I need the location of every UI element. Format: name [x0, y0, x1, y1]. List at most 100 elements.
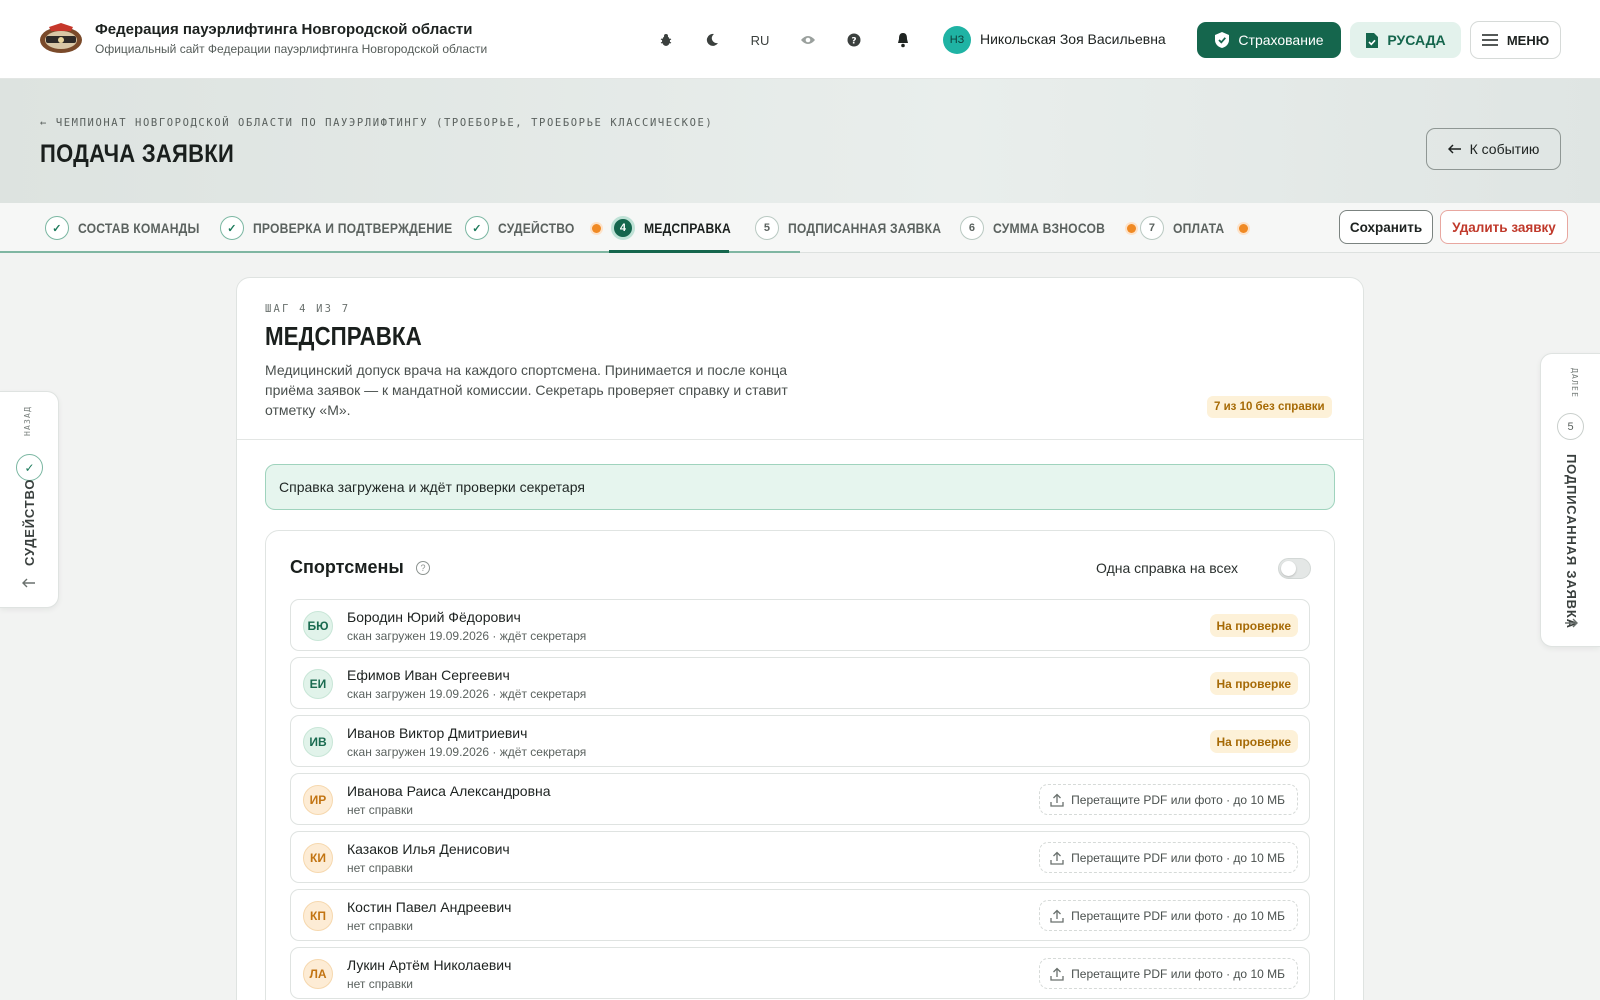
step-label: СУДЕЙСТВО [498, 220, 575, 236]
arrow-right-icon [1565, 618, 1578, 628]
next-step-label: ПОДПИСАННАЯ ЗАЯВКА [1564, 454, 1579, 629]
eye-icon[interactable] [796, 28, 820, 52]
top-bar: Федерация пауэрлифтинга Новгородской обл… [0, 0, 1600, 79]
upload-icon [1050, 909, 1064, 923]
menu-button[interactable]: МЕНЮ [1470, 21, 1561, 59]
athlete-name: Иванов Виктор Дмитриевич [347, 725, 528, 741]
insurance-label: Страхование [1238, 32, 1324, 48]
upload-dropzone[interactable]: Перетащите PDF или фото · до 10 МБ [1039, 958, 1298, 989]
prev-step-nav[interactable]: НАЗАД ✓ СУДЕЙСТВО [0, 391, 59, 608]
athlete-name: Бородин Юрий Фёдорович [347, 609, 521, 625]
step-number: 5 [755, 216, 779, 240]
warning-dot [1239, 223, 1249, 233]
upload-hint: Перетащите PDF или фото · до 10 МБ [1071, 966, 1285, 981]
athlete-name: Иванова Раиса Александровна [347, 783, 551, 799]
athlete-status: нет справки [347, 803, 413, 817]
active-step-underline [609, 250, 729, 253]
one-for-all-toggle[interactable] [1278, 558, 1311, 579]
athlete-avatar: ЕИ [303, 669, 333, 699]
site-subtitle: Официальный сайт Федерации пауэрлифтинга… [95, 42, 488, 56]
step-label: ПРОВЕРКА И ПОДТВЕРЖДЕНИЕ [253, 220, 453, 236]
step-team[interactable]: ✓ СОСТАВ КОМАНДЫ [45, 203, 213, 253]
step-medical[interactable]: 4 МЕДСПРАВКА [611, 203, 741, 253]
upload-icon [1050, 851, 1064, 865]
breadcrumb[interactable]: ← ЧЕМПИОНАТ НОВГОРОДСКОЙ ОБЛАСТИ ПО ПАУЭ… [40, 117, 713, 129]
delete-application-button[interactable]: Удалить заявку [1440, 210, 1568, 244]
language-switch[interactable]: RU [748, 28, 772, 52]
divider [237, 439, 1363, 440]
review-status-badge: На проверке [1209, 672, 1298, 695]
athlete-row[interactable]: КИ Казаков Илья Денисович нет справки Перет… [290, 831, 1310, 883]
info-alert: Справка загружена и ждёт проверки секрет… [265, 464, 1335, 510]
step-fees[interactable]: 6 СУММА ВЗНОСОВ [960, 203, 1136, 253]
arrow-left-icon [1447, 144, 1461, 154]
upload-dropzone[interactable]: Перетащите PDF или фото · до 10 МБ [1039, 842, 1298, 873]
step-label: СУММА ВЗНОСОВ [993, 220, 1106, 236]
upload-dropzone[interactable]: Перетащите PDF или фото · до 10 МБ [1039, 784, 1298, 815]
athlete-row[interactable]: КП Костин Павел Андреевич нет справки Перет… [290, 889, 1310, 941]
warning-dot [591, 223, 601, 233]
athlete-row[interactable]: ЛА Лукин Артём Николаевич нет справки Перет… [290, 947, 1310, 999]
athlete-status: скан загружен 19.09.2026 · ждёт секретар… [347, 629, 587, 643]
step-judging[interactable]: ✓ СУДЕЙСТВО [465, 203, 601, 253]
page-title: ПОДАЧА ЗАЯВКИ [40, 140, 235, 168]
help-icon[interactable]: ? [842, 28, 866, 52]
card-title: МЕДСПРАВКА [265, 321, 422, 351]
athlete-row[interactable]: ИВ Иванов Виктор Дмитриевич скан загружен … [290, 715, 1310, 767]
check-icon: ✓ [220, 216, 244, 240]
card-description: Медицинский допуск врача на каждого спор… [265, 362, 788, 418]
step-label: СОСТАВ КОМАНДЫ [78, 220, 200, 236]
shield-icon [1215, 32, 1230, 48]
review-status-badge: На проверке [1209, 730, 1298, 753]
athlete-row[interactable]: БЮ Бородин Юрий Фёдорович скан загружен 19… [290, 599, 1310, 651]
upload-icon [1050, 967, 1064, 981]
site-title[interactable]: Федерация пауэрлифтинга Новгородской обл… [95, 21, 472, 38]
athlete-name: Казаков Илья Денисович [347, 841, 510, 857]
prev-step-label: СУДЕЙСТВО [22, 478, 37, 566]
athlete-status: скан загружен 19.09.2026 · ждёт секретар… [347, 687, 587, 701]
user-avatar[interactable]: НЗ [943, 26, 971, 54]
athlete-row[interactable]: ЕИ Ефимов Иван Сергеевич скан загружен 19.… [290, 657, 1310, 709]
save-button[interactable]: Сохранить [1339, 210, 1433, 244]
upload-hint: Перетащите PDF или фото · до 10 МБ [1071, 792, 1285, 807]
user-name[interactable]: Никольская Зоя Васильевна [980, 31, 1166, 47]
upload-dropzone[interactable]: Перетащите PDF или фото · до 10 МБ [1039, 900, 1298, 931]
back-to-event-button[interactable]: К событию [1426, 128, 1561, 170]
rusada-button[interactable]: РУСАДА [1350, 22, 1461, 58]
step-number: 6 [960, 216, 984, 240]
federation-logo[interactable] [38, 21, 84, 57]
athlete-status: нет справки [347, 977, 413, 991]
step-label: ОПЛАТА [1173, 220, 1225, 236]
moon-icon[interactable] [700, 28, 724, 52]
missing-certificates-badge: 7 из 10 без справки [1207, 396, 1332, 418]
athlete-status: нет справки [347, 919, 413, 933]
steps-progress-line [729, 251, 800, 253]
next-step-nav[interactable]: ДАЛЕЕ 5 ПОДПИСАННАЯ ЗАЯВКА [1540, 353, 1600, 647]
step-verification[interactable]: ✓ ПРОВЕРКА И ПОДТВЕРЖДЕНИЕ [220, 203, 475, 253]
svg-text:?: ? [851, 37, 856, 47]
arrow-left-icon [22, 578, 35, 588]
step-payment[interactable]: 7 ОПЛАТА [1140, 203, 1249, 253]
athlete-avatar: КИ [303, 843, 333, 873]
step-label: МЕДСПРАВКА [644, 220, 731, 236]
question-icon[interactable]: ? [416, 561, 430, 575]
athlete-row[interactable]: ИР Иванова Раиса Александровна нет справки… [290, 773, 1310, 825]
athlete-name: Костин Павел Андреевич [347, 899, 512, 915]
hamburger-icon [1481, 34, 1498, 46]
step-counter: ШАГ 4 ИЗ 7 [265, 303, 351, 315]
page-hero [0, 79, 1600, 203]
check-icon: ✓ [16, 454, 43, 481]
bell-icon[interactable] [891, 28, 915, 52]
check-icon: ✓ [45, 216, 69, 240]
athlete-name: Ефимов Иван Сергеевич [347, 667, 510, 683]
athlete-name: Лукин Артём Николаевич [347, 957, 512, 973]
step-number: 7 [1140, 216, 1164, 240]
athlete-avatar: ЛА [303, 959, 333, 989]
check-icon: ✓ [465, 216, 489, 240]
bug-icon[interactable] [654, 28, 678, 52]
next-caption: ДАЛЕЕ [1570, 368, 1579, 399]
step-number: 4 [611, 216, 635, 240]
insurance-button[interactable]: Страхование [1197, 22, 1341, 58]
athletes-title: Спортсмены [290, 557, 404, 577]
step-signed-application[interactable]: 5 ПОДПИСАННАЯ ЗАЯВКА [755, 203, 958, 253]
